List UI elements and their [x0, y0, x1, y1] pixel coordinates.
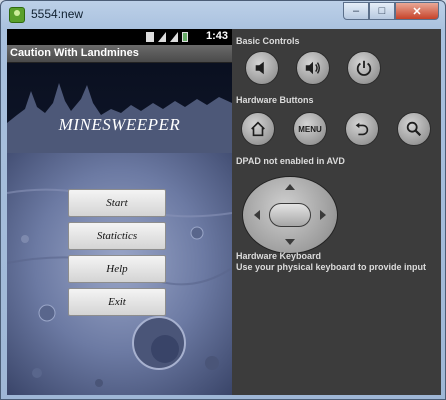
menu-button[interactable]: MENU	[293, 112, 327, 146]
status-bar: 1:43	[7, 29, 232, 45]
volume-up-icon	[305, 61, 321, 75]
phone-screen[interactable]: 1:43 Caution With Landmines MINESWEEPER …	[7, 29, 232, 395]
network-icon	[170, 32, 178, 42]
exit-button[interactable]: Exit	[68, 288, 166, 316]
status-clock: 1:43	[205, 30, 228, 42]
dpad[interactable]	[242, 176, 338, 254]
emulator-control-panel: Basic Controls Hardware Buttons MENU DPA…	[236, 29, 441, 395]
volume-up-button[interactable]	[296, 51, 330, 85]
status-icons	[146, 32, 188, 42]
dpad-center-button[interactable]	[269, 203, 311, 227]
minimize-button[interactable]: –	[343, 2, 369, 20]
hardware-keyboard-hint: Use your physical keyboard to provide in…	[236, 262, 427, 272]
home-button[interactable]	[241, 112, 275, 146]
signal-icon	[158, 32, 166, 42]
emulator-body: 1:43 Caution With Landmines MINESWEEPER …	[7, 29, 441, 395]
help-button[interactable]: Help	[68, 255, 166, 283]
battery-icon	[182, 32, 188, 42]
window-title: 5554:new	[31, 7, 84, 21]
maximize-button[interactable]: □	[369, 2, 395, 20]
power-icon	[356, 60, 372, 76]
dpad-label: DPAD not enabled in AVD	[236, 156, 345, 166]
dpad-left-icon[interactable]	[254, 210, 260, 220]
close-button[interactable]: ✕	[395, 2, 439, 20]
window-titlebar[interactable]: 5554:new – □ ✕	[1, 1, 445, 29]
basic-controls-label: Basic Controls	[236, 36, 300, 46]
back-icon	[355, 122, 369, 136]
start-button[interactable]: Start	[68, 189, 166, 217]
volume-down-button[interactable]	[245, 51, 279, 85]
back-button[interactable]	[345, 112, 379, 146]
menu-button-label: MENU	[298, 124, 322, 134]
volume-down-icon	[255, 61, 264, 75]
dpad-right-icon[interactable]	[320, 210, 326, 220]
window-controls: – □ ✕	[343, 2, 439, 20]
statistics-button[interactable]: Statictics	[68, 222, 166, 250]
home-icon	[251, 121, 265, 137]
app-title-bar: Caution With Landmines	[7, 45, 232, 63]
hardware-buttons-label: Hardware Buttons	[236, 95, 314, 105]
dpad-up-icon[interactable]	[285, 184, 295, 190]
app-title: Caution With Landmines	[10, 47, 139, 59]
game-title: MINESWEEPER	[58, 115, 181, 134]
hardware-keyboard-label: Hardware Keyboard	[236, 251, 322, 261]
emulator-window: 5554:new – □ ✕ 1:43 Caution With Landmin…	[0, 0, 446, 400]
search-icon	[406, 121, 422, 137]
usb-icon	[146, 32, 154, 42]
search-button[interactable]	[397, 112, 431, 146]
power-button[interactable]	[347, 51, 381, 85]
dpad-down-icon[interactable]	[285, 239, 295, 245]
android-app-icon	[9, 7, 25, 23]
